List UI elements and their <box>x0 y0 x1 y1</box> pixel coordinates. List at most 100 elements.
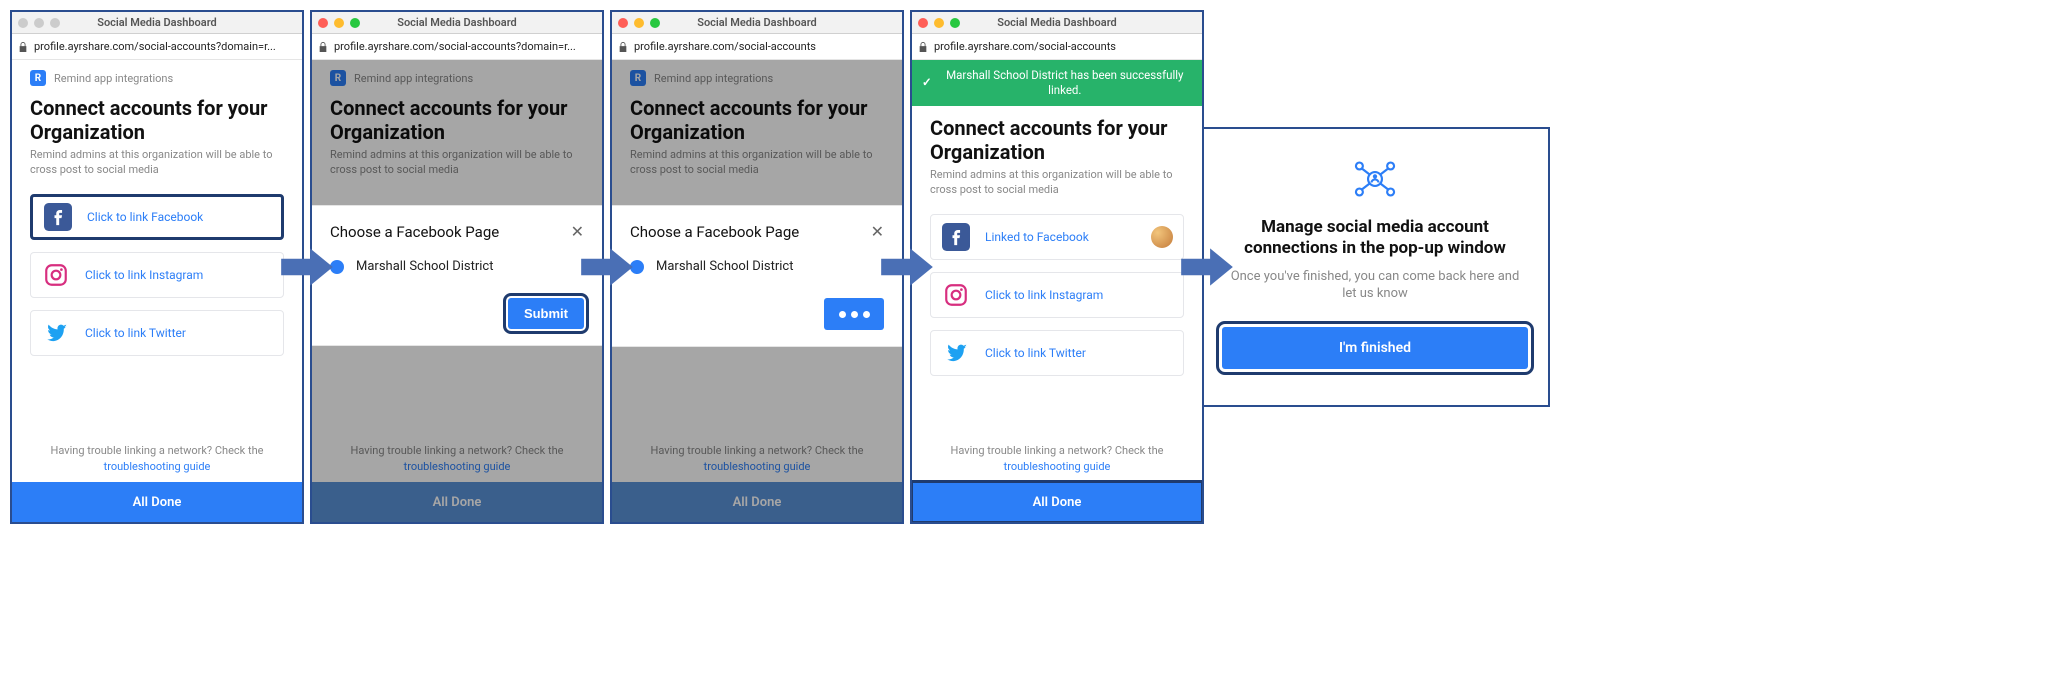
trouble-prefix: Having trouble linking a network? Check … <box>351 444 564 457</box>
link-twitter-button[interactable]: Click to link Twitter <box>930 330 1184 376</box>
trouble-prefix: Having trouble linking a network? Check … <box>951 444 1164 457</box>
link-facebook-button[interactable]: Click to link Facebook <box>30 194 284 240</box>
troubleshooting-link[interactable]: troubleshooting guide <box>704 460 811 473</box>
facebook-icon <box>941 222 971 252</box>
dot-icon <box>839 311 846 318</box>
instagram-icon <box>41 260 71 290</box>
troubleshooting-link[interactable]: troubleshooting guide <box>404 460 511 473</box>
traffic-min-icon[interactable] <box>334 18 344 28</box>
dot-icon <box>863 311 870 318</box>
urlbar[interactable]: profile.ayrshare.com/social-accounts <box>912 34 1202 60</box>
urlbar[interactable]: profile.ayrshare.com/social-accounts?dom… <box>312 34 602 60</box>
linked-facebook-row[interactable]: Linked to Facebook <box>930 214 1184 260</box>
linked-facebook-label: Linked to Facebook <box>985 230 1137 244</box>
link-instagram-button[interactable]: Click to link Instagram <box>930 272 1184 318</box>
modal-title: Choose a Facebook Page <box>630 223 799 241</box>
traffic-min-icon[interactable] <box>34 18 44 28</box>
titlebar: Social Media Dashboard <box>312 12 602 34</box>
troubleshooting-link[interactable]: troubleshooting guide <box>104 460 211 473</box>
page-option[interactable]: Marshall School District <box>330 259 584 274</box>
traffic-min-icon[interactable] <box>934 18 944 28</box>
trouble-prefix: Having trouble linking a network? Check … <box>651 444 864 457</box>
trouble-text: Having trouble linking a network? Check … <box>612 443 902 482</box>
page-option-label: Marshall School District <box>656 259 794 274</box>
traffic-lights <box>318 18 360 28</box>
traffic-close-icon[interactable] <box>618 18 628 28</box>
flow-arrow-icon <box>876 236 938 298</box>
panel-step3: Social Media Dashboard profile.ayrshare.… <box>610 10 904 524</box>
brand-row: R Remind app integrations <box>12 60 302 90</box>
brand-label: Remind app integrations <box>654 72 773 85</box>
url-text: profile.ayrshare.com/social-accounts <box>934 40 1116 53</box>
troubleshooting-link[interactable]: troubleshooting guide <box>1004 460 1111 473</box>
url-text: profile.ayrshare.com/social-accounts?dom… <box>34 40 276 53</box>
page-subtitle: Remind admins at this organization will … <box>12 148 302 194</box>
traffic-close-icon[interactable] <box>918 18 928 28</box>
brand-label: Remind app integrations <box>54 72 173 85</box>
network-icon <box>1349 157 1401 205</box>
brand-label: Remind app integrations <box>354 72 473 85</box>
finished-title: Manage social media account connections … <box>1222 217 1528 260</box>
link-twitter-label: Click to link Twitter <box>985 346 1173 360</box>
remind-icon: R <box>630 70 646 86</box>
choose-page-modal: Choose a Facebook Page ✕ Marshall School… <box>612 205 902 347</box>
flow-arrow-icon <box>576 236 638 298</box>
facebook-icon <box>43 202 73 232</box>
urlbar[interactable]: profile.ayrshare.com/social-accounts?dom… <box>12 34 302 60</box>
all-done-button[interactable]: All Done <box>912 482 1202 522</box>
twitter-icon <box>941 338 971 368</box>
toast-text: Marshall School District has been succes… <box>938 68 1192 98</box>
page-title: Connect accounts for your Organization <box>312 90 602 148</box>
traffic-lights <box>618 18 660 28</box>
lock-icon <box>18 41 28 53</box>
page-avatar-icon <box>1151 226 1173 248</box>
modal-title: Choose a Facebook Page <box>330 223 499 241</box>
submit-button[interactable]: Submit <box>508 298 584 329</box>
traffic-max-icon[interactable] <box>50 18 60 28</box>
lock-icon <box>318 41 328 53</box>
link-instagram-button[interactable]: Click to link Instagram <box>30 252 284 298</box>
traffic-close-icon[interactable] <box>18 18 28 28</box>
link-twitter-button[interactable]: Click to link Twitter <box>30 310 284 356</box>
link-facebook-label: Click to link Facebook <box>87 210 271 224</box>
traffic-max-icon[interactable] <box>650 18 660 28</box>
page-content: R Remind app integrations Connect accoun… <box>12 60 302 522</box>
link-instagram-label: Click to link Instagram <box>985 288 1173 302</box>
trouble-text: Having trouble linking a network? Check … <box>312 443 602 482</box>
social-list: Click to link Facebook Click to link Ins… <box>12 194 302 356</box>
brand-row: R Remind app integrations <box>312 60 602 90</box>
trouble-prefix: Having trouble linking a network? Check … <box>51 444 264 457</box>
instagram-icon <box>941 280 971 310</box>
titlebar: Social Media Dashboard <box>12 12 302 34</box>
urlbar[interactable]: profile.ayrshare.com/social-accounts <box>612 34 902 60</box>
im-finished-button[interactable]: I'm finished <box>1222 327 1528 369</box>
panel-step1: Social Media Dashboard profile.ayrshare.… <box>10 10 304 524</box>
traffic-max-icon[interactable] <box>350 18 360 28</box>
trouble-text: Having trouble linking a network? Check … <box>912 443 1202 482</box>
flow-arrow-icon <box>276 236 338 298</box>
panel-step4: Social Media Dashboard profile.ayrshare.… <box>910 10 1204 524</box>
page-option[interactable]: Marshall School District <box>630 259 884 274</box>
traffic-close-icon[interactable] <box>318 18 328 28</box>
social-list: Linked to Facebook Click to link Instagr… <box>912 214 1202 376</box>
choose-page-modal: Choose a Facebook Page ✕ Marshall School… <box>312 205 602 346</box>
page-title: Connect accounts for your Organization <box>912 106 1202 168</box>
traffic-min-icon[interactable] <box>634 18 644 28</box>
finished-subtitle: Once you've finished, you can come back … <box>1222 268 1528 303</box>
page-content: R Remind app integrations Connect accoun… <box>612 60 902 522</box>
link-instagram-label: Click to link Instagram <box>85 268 273 282</box>
dot-icon <box>851 311 858 318</box>
panel-step2: Social Media Dashboard profile.ayrshare.… <box>310 10 604 524</box>
brand-row: R Remind app integrations <box>612 60 902 90</box>
loading-button <box>824 298 884 330</box>
traffic-lights <box>918 18 960 28</box>
traffic-lights <box>18 18 60 28</box>
finished-card: Manage social media account connections … <box>1200 127 1550 407</box>
all-done-button[interactable]: All Done <box>312 482 602 522</box>
check-icon <box>922 75 932 90</box>
all-done-button[interactable]: All Done <box>612 482 902 522</box>
traffic-max-icon[interactable] <box>950 18 960 28</box>
url-text: profile.ayrshare.com/social-accounts <box>634 40 816 53</box>
lock-icon <box>618 41 628 53</box>
all-done-button[interactable]: All Done <box>12 482 302 522</box>
